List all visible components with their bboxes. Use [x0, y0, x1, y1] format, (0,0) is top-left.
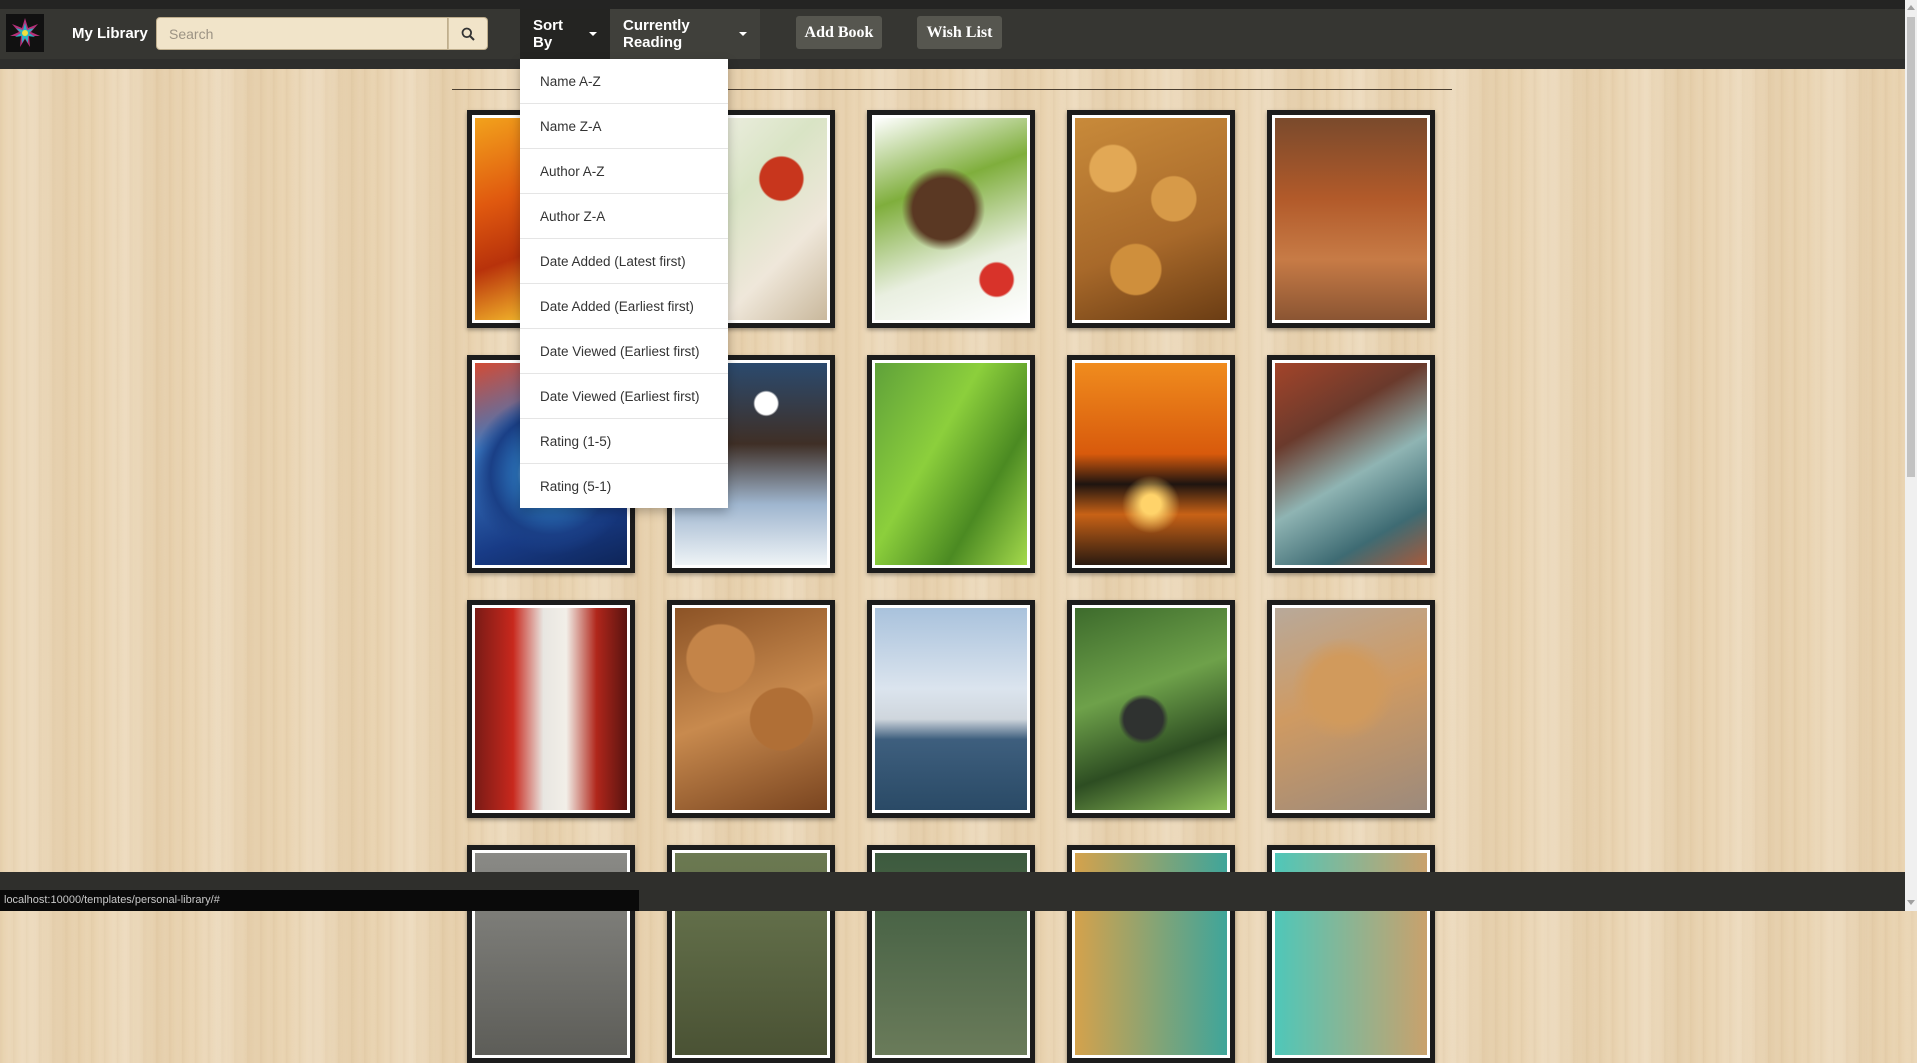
book-cover-gorilla-forest[interactable]: [1067, 600, 1235, 818]
caret-down-icon: [589, 32, 597, 36]
sort-option-name-za[interactable]: Name Z-A: [520, 104, 728, 149]
app-logo[interactable]: [6, 14, 44, 52]
book-cover-autumn-tree-path[interactable]: [1267, 110, 1435, 328]
sort-by-label: Sort By: [533, 17, 563, 51]
book-cover-nuts-pile[interactable]: [1067, 110, 1235, 328]
currently-reading-label: Currently Reading: [623, 17, 690, 51]
book-cover-orange-sunset-sea[interactable]: [1067, 355, 1235, 573]
sort-option-rating-desc[interactable]: Rating (5-1): [520, 464, 728, 508]
sort-option-date-viewed-2[interactable]: Date Viewed (Earliest first): [520, 374, 728, 419]
book-cover-image: [1275, 608, 1427, 810]
window-top-strip: [0, 0, 1917, 9]
scrollbar-thumb[interactable]: [1907, 17, 1915, 477]
book-cover-beef-salad[interactable]: [867, 110, 1035, 328]
sort-option-date-viewed-1[interactable]: Date Viewed (Earliest first): [520, 329, 728, 374]
book-cover-sydney-opera-house[interactable]: [867, 600, 1035, 818]
top-navbar: My Library Sort By Currently Reading Add…: [0, 9, 1905, 60]
book-cover-green-grass-blade[interactable]: [867, 355, 1035, 573]
book-cover-image: [1075, 363, 1227, 565]
caret-down-icon: [739, 32, 747, 36]
sort-option-date-added-latest[interactable]: Date Added (Latest first): [520, 239, 728, 284]
book-cover-temple-woman-incense[interactable]: [467, 600, 635, 818]
book-cover-golden-puppy[interactable]: [1267, 600, 1435, 818]
scroll-down-icon[interactable]: [1907, 900, 1915, 905]
page-scrollbar[interactable]: [1905, 0, 1917, 911]
book-cover-image: [875, 363, 1027, 565]
wish-list-button[interactable]: Wish List: [917, 16, 1002, 49]
book-cover-image: [1275, 363, 1427, 565]
sort-option-name-az[interactable]: Name A-Z: [520, 59, 728, 104]
book-cover-rocky-coastline-waves[interactable]: [1267, 355, 1435, 573]
sort-option-date-added-earliest[interactable]: Date Added (Earliest first): [520, 284, 728, 329]
search-button[interactable]: [448, 17, 488, 50]
add-book-button[interactable]: Add Book: [796, 16, 882, 49]
currently-reading-dropdown-toggle[interactable]: Currently Reading: [610, 9, 760, 59]
search-group: [156, 17, 488, 50]
sort-by-menu: Name A-Z Name Z-A Author A-Z Author Z-A …: [520, 59, 728, 508]
book-cover-image: [675, 608, 827, 810]
book-cover-image: [875, 118, 1027, 320]
navbar-bottom-border: [0, 59, 1905, 69]
brand-title[interactable]: My Library: [72, 25, 148, 42]
book-cover-image: [1075, 118, 1227, 320]
search-icon: [461, 27, 475, 41]
search-input[interactable]: [156, 17, 448, 50]
book-cover-image: [1275, 118, 1427, 320]
status-url: localhost:10000/templates/personal-libra…: [0, 890, 639, 911]
book-cover-image: [875, 608, 1027, 810]
scroll-up-icon[interactable]: [1907, 5, 1915, 10]
star-logo-icon: [10, 18, 40, 47]
book-cover-image: [1075, 608, 1227, 810]
sort-by-dropdown-toggle[interactable]: Sort By: [520, 9, 610, 59]
sort-option-rating-asc[interactable]: Rating (1-5): [520, 419, 728, 464]
sort-option-author-az[interactable]: Author A-Z: [520, 149, 728, 194]
book-cover-image: [475, 608, 627, 810]
sort-option-author-za[interactable]: Author Z-A: [520, 194, 728, 239]
book-cover-bread-loaves[interactable]: [667, 600, 835, 818]
